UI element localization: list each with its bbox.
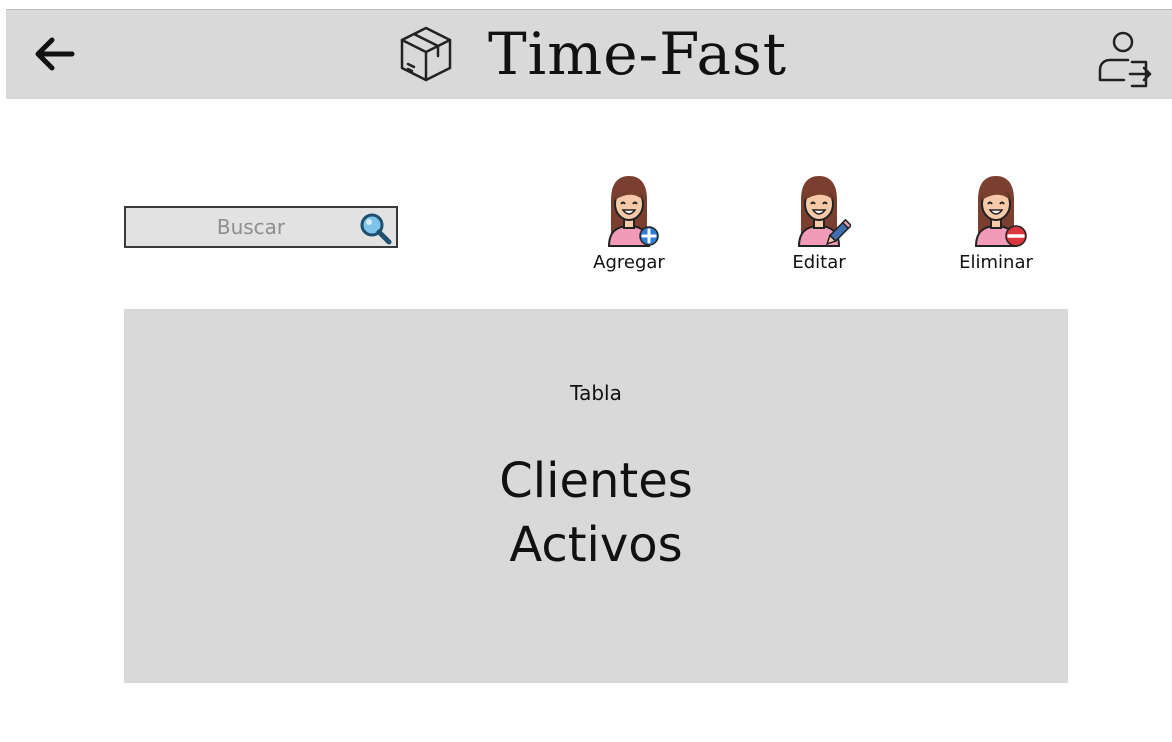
search-box <box>124 206 398 248</box>
search-button[interactable] <box>358 211 392 245</box>
add-client-button[interactable]: Agregar <box>574 170 684 273</box>
table-title-line-1: Clientes <box>499 453 693 509</box>
edit-client-icon <box>797 176 851 247</box>
table-caption: Tabla <box>570 381 622 405</box>
remove-client-icon <box>974 176 1027 247</box>
app-title: Time-Fast <box>488 20 788 88</box>
logout-button[interactable] <box>1090 24 1156 90</box>
add-client-icon <box>607 176 659 247</box>
arrow-left-icon <box>35 37 75 71</box>
table-title: Clientes Activos <box>124 449 1068 577</box>
edit-client-button[interactable]: Editar <box>764 170 874 273</box>
user-logout-icon <box>1098 31 1152 88</box>
edit-client-label: Editar <box>792 252 846 273</box>
app-header: Time-Fast <box>6 9 1172 99</box>
magnifier-icon <box>360 213 392 245</box>
remove-client-label: Eliminar <box>959 252 1033 273</box>
remove-client-button[interactable]: Eliminar <box>941 170 1051 273</box>
search-input[interactable] <box>126 208 356 246</box>
package-box-icon <box>400 26 452 82</box>
clients-table-panel: Tabla Clientes Activos <box>124 309 1068 683</box>
back-button[interactable] <box>28 32 78 76</box>
table-title-line-2: Activos <box>509 517 683 573</box>
add-client-label: Agregar <box>593 252 665 273</box>
brand: Time-Fast <box>394 18 787 90</box>
